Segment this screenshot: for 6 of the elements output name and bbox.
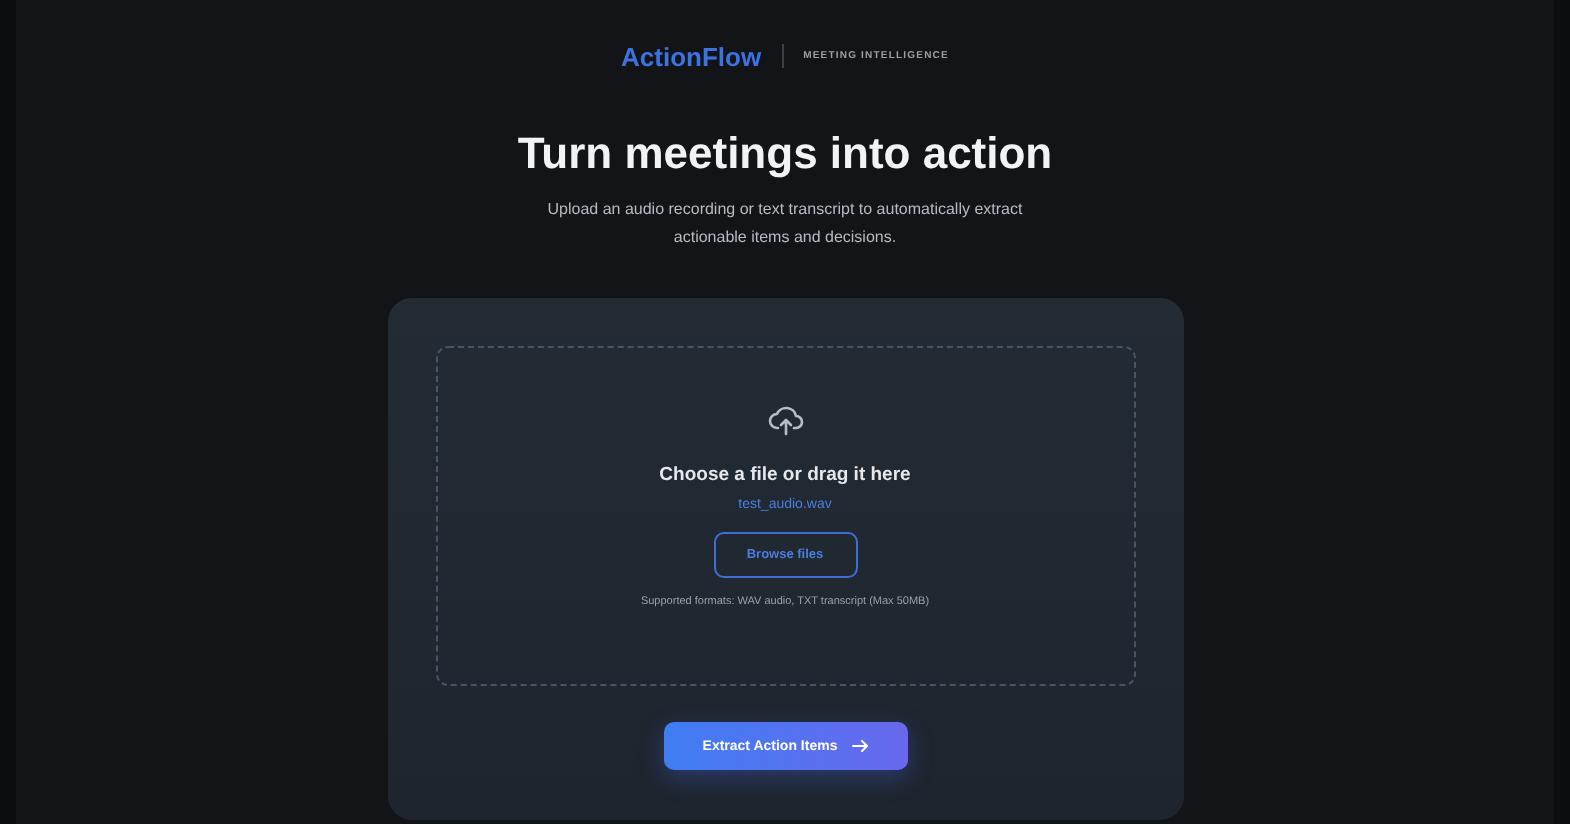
- cloud-upload-icon: [767, 404, 803, 436]
- page-subtitle: Upload an audio recording or text transcript to automatically extract actionable items and decisions.: [545, 198, 1025, 250]
- brand-logo: ActionFlow: [621, 41, 762, 71]
- arrow-right-icon: [851, 740, 868, 752]
- drop-heading: Choose a file or drag it here: [659, 464, 911, 486]
- page-title: Turn meetings into action: [515, 128, 1055, 180]
